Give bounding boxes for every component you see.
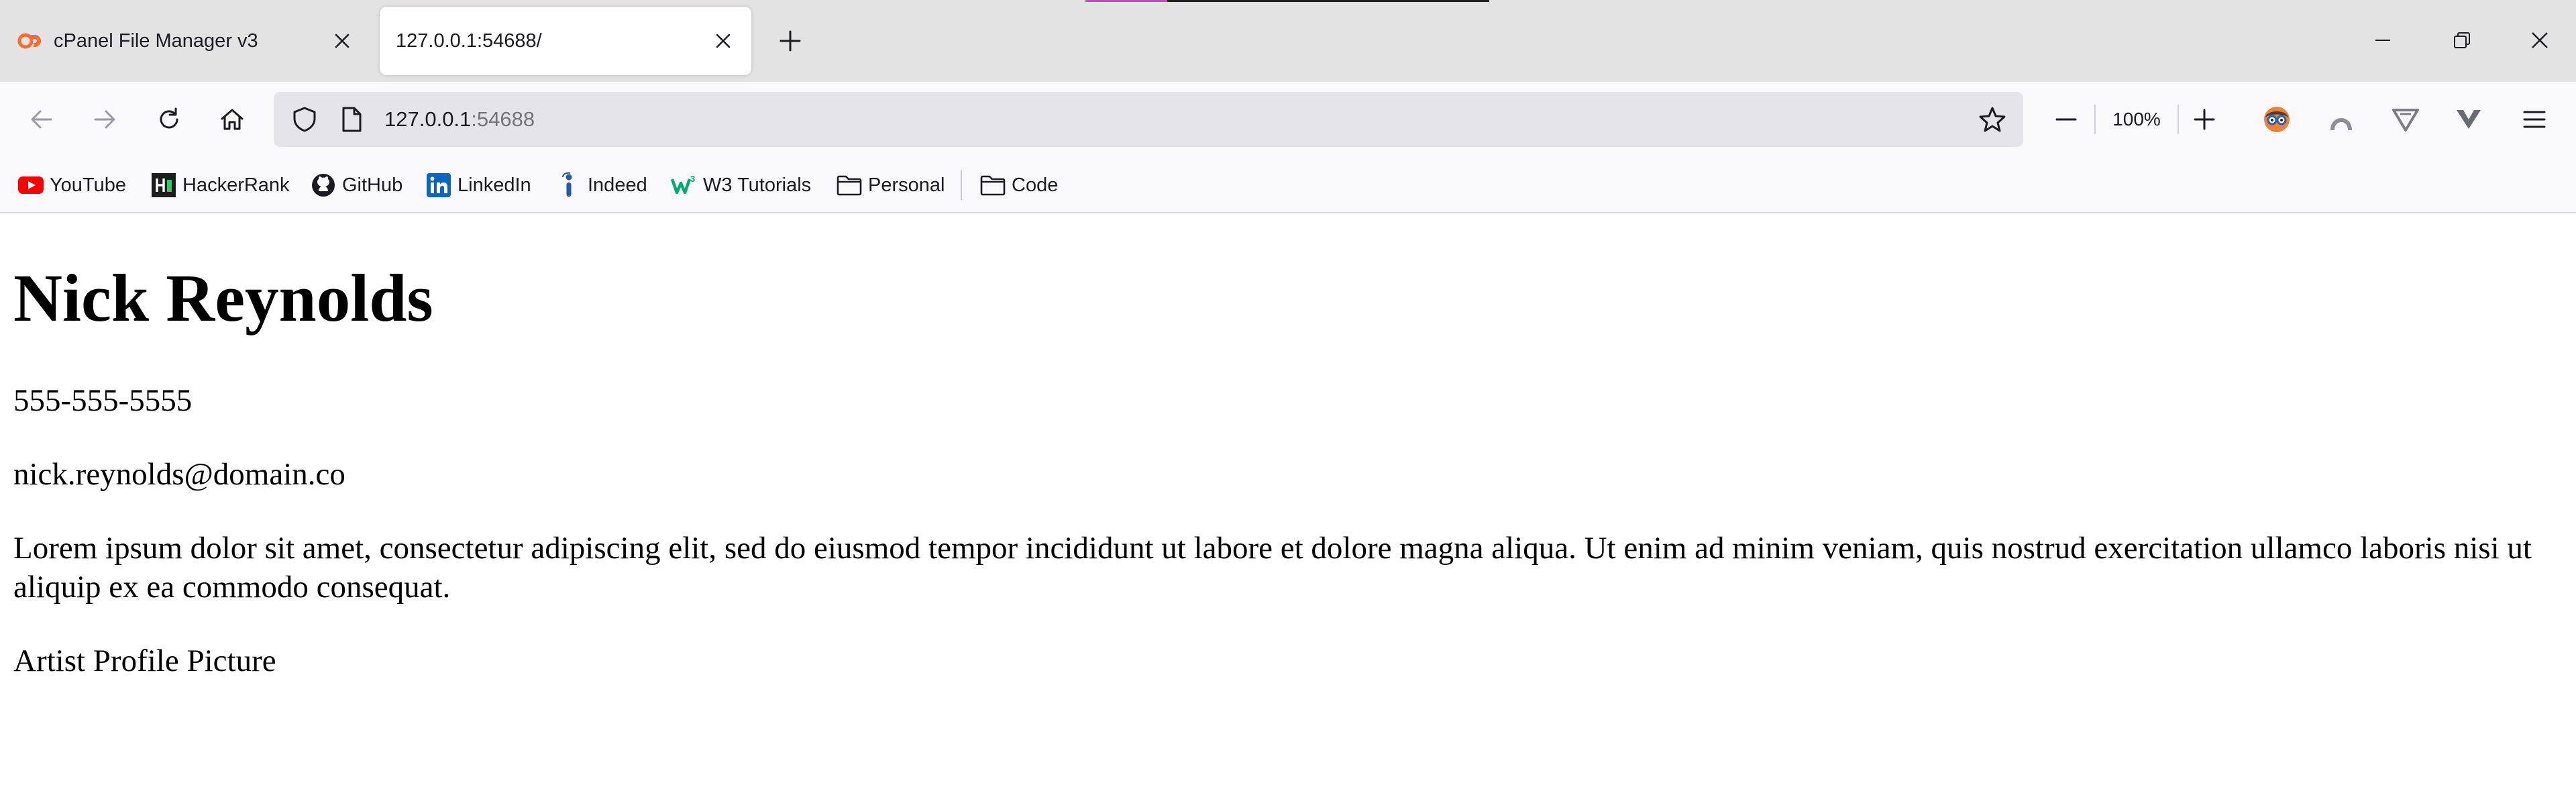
bookmark-label: YouTube	[50, 174, 126, 196]
linkedin-icon	[425, 172, 452, 199]
app-menu-button[interactable]	[2514, 99, 2555, 140]
navigation-toolbar: 127.0.0.1:54688 100%	[0, 82, 2576, 157]
bookmark-folder-personal[interactable]: Personal	[836, 169, 945, 201]
bookmarks-separator	[961, 170, 962, 200]
close-icon	[2532, 32, 2548, 48]
bookmark-indeed[interactable]: Indeed	[555, 169, 647, 201]
home-button[interactable]	[209, 97, 255, 142]
page-info-icon[interactable]	[335, 103, 368, 136]
artist-name-heading: Nick Reynolds	[13, 260, 433, 335]
tab-title: cPanel File Manager v3	[54, 30, 258, 52]
arrow-left-icon	[31, 110, 52, 129]
bookmark-label: HackerRank	[182, 174, 290, 196]
url-port: :54688	[471, 107, 535, 131]
extension-chevron-icon	[2457, 110, 2481, 129]
folder-icon	[979, 172, 1006, 199]
arrow-right-icon	[94, 110, 115, 129]
bookmark-github[interactable]: GitHub	[310, 169, 402, 201]
forward-button[interactable]	[82, 97, 127, 142]
close-tab-icon[interactable]	[323, 22, 361, 60]
page-content: Nick Reynolds 555-555-5555 nick.reynolds…	[0, 213, 2576, 785]
url-text[interactable]: 127.0.0.1:54688	[384, 92, 535, 147]
zoom-divider	[2178, 105, 2179, 134]
tab-title: 127.0.0.1:54688/	[396, 30, 542, 52]
avatar-extension-icon	[2264, 107, 2290, 132]
bookmark-star-icon[interactable]	[1974, 101, 2011, 138]
plus-icon	[780, 30, 801, 52]
tracking-protection-shield-icon[interactable]	[288, 103, 321, 136]
w3-icon: 3	[671, 172, 698, 199]
bookmark-w3-tutorials[interactable]: 3 W3 Tutorials	[671, 169, 811, 201]
cpanel-icon	[16, 28, 43, 54]
bookmark-linkedin[interactable]: LinkedIn	[425, 169, 531, 201]
extension-button-3[interactable]	[2385, 99, 2426, 140]
close-window-button[interactable]	[2506, 13, 2573, 67]
svg-text:3: 3	[690, 174, 695, 184]
minimize-icon	[2375, 40, 2390, 41]
bookmark-label: W3 Tutorials	[703, 174, 812, 196]
github-icon	[310, 172, 337, 199]
tab-strip: cPanel File Manager v3 127.0.0.1:54688/	[0, 0, 2576, 82]
bookmark-label: Personal	[868, 174, 945, 196]
extension-button-2[interactable]	[2321, 99, 2361, 140]
back-button[interactable]	[19, 97, 64, 142]
minimize-window-button[interactable]	[2349, 13, 2416, 67]
tab-cpanel-file-manager[interactable]: cPanel File Manager v3	[8, 7, 370, 75]
bookmark-hackerrank[interactable]: HackerRank	[150, 169, 290, 201]
zoom-divider	[2094, 105, 2096, 134]
bookmark-label: GitHub	[342, 174, 403, 196]
zoom-level-reset[interactable]: 100%	[2100, 99, 2174, 140]
restore-icon	[2454, 32, 2470, 48]
tab-loading-accent	[1085, 0, 1167, 2]
reload-button[interactable]	[146, 97, 192, 142]
phone-number: 555-555-5555	[13, 383, 193, 418]
plus-icon	[2194, 109, 2215, 130]
home-icon	[221, 109, 244, 130]
extension-button-4[interactable]	[2449, 99, 2489, 140]
tab-strip-accent-line	[1167, 0, 1489, 2]
tab-localhost[interactable]: 127.0.0.1:54688/	[380, 7, 751, 75]
profile-picture-alt-text: Artist Profile Picture	[13, 643, 276, 678]
hackerrank-icon	[150, 172, 177, 199]
bio-paragraph: Lorem ipsum dolor sit amet, consectetur …	[13, 531, 2532, 605]
indeed-icon	[555, 172, 582, 199]
close-tab-icon[interactable]	[704, 22, 742, 60]
bookmark-folder-code[interactable]: Code	[979, 169, 1058, 201]
minus-icon	[2055, 118, 2077, 121]
bookmark-label: Code	[1012, 174, 1059, 196]
url-host: 127.0.0.1	[384, 107, 472, 131]
new-tab-button[interactable]	[771, 22, 809, 60]
zoom-in-button[interactable]	[2184, 99, 2224, 140]
email-address: nick.reynolds@domain.co	[13, 457, 345, 492]
bookmarks-toolbar: YouTube HackerRank GitHub LinkedIn Indee…	[0, 157, 2576, 213]
extension-shield-icon	[2392, 109, 2419, 132]
zoom-out-button[interactable]	[2046, 99, 2086, 140]
bookmark-label: LinkedIn	[458, 174, 531, 196]
folder-icon	[836, 172, 863, 199]
extension-avatar-button[interactable]	[2257, 99, 2297, 140]
bookmark-youtube[interactable]: YouTube	[17, 169, 126, 201]
extension-arch-icon	[2330, 118, 2352, 130]
url-bar[interactable]: 127.0.0.1:54688	[274, 92, 2023, 147]
youtube-icon	[17, 172, 44, 199]
restore-window-button[interactable]	[2428, 13, 2496, 67]
bookmark-label: Indeed	[588, 174, 647, 196]
browser-window: cPanel File Manager v3 127.0.0.1:54688/	[0, 0, 2576, 785]
reload-icon	[160, 107, 178, 129]
hamburger-menu-icon	[2523, 111, 2546, 128]
